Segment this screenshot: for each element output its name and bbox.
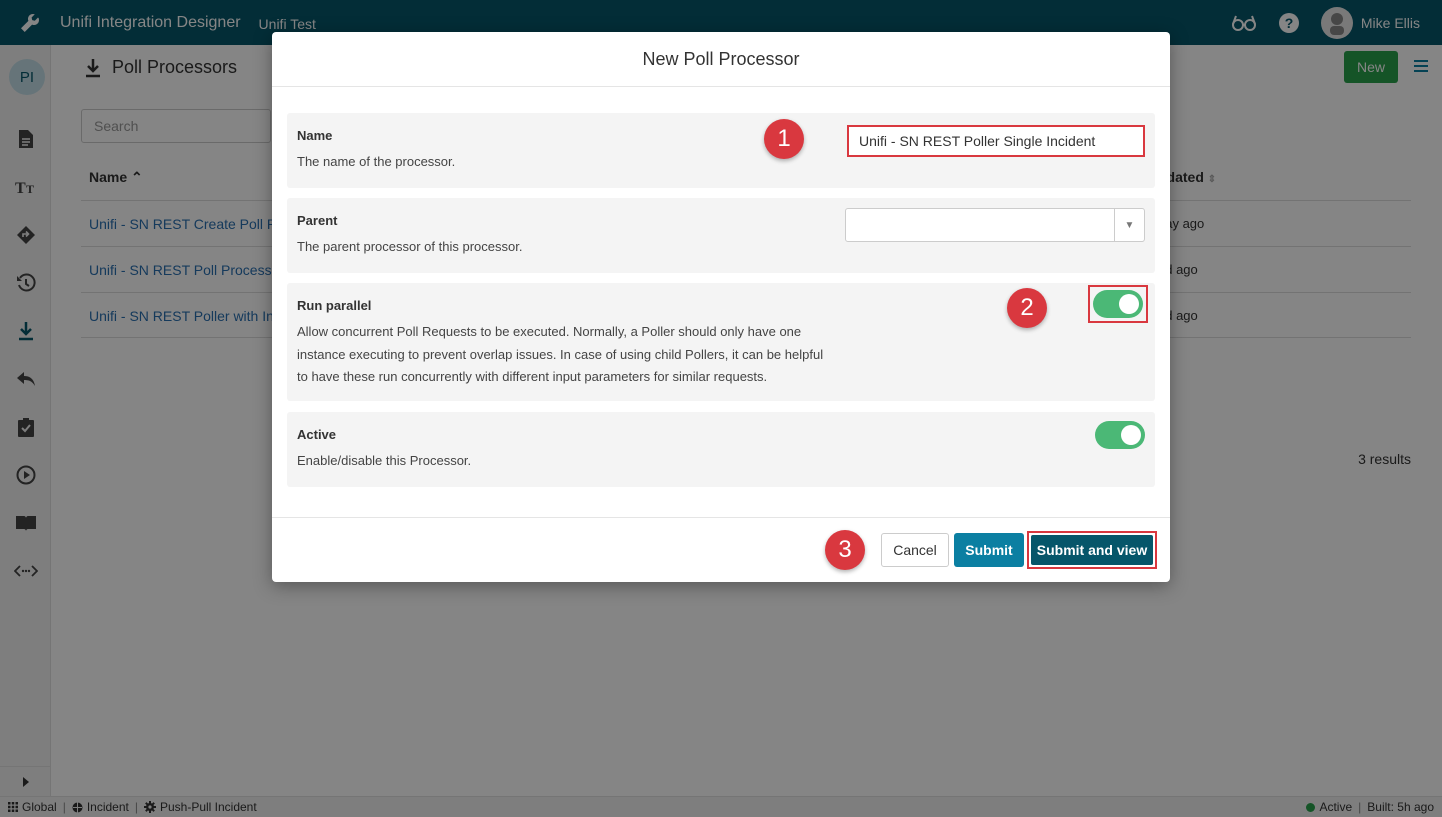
active-field-row: Active Enable/disable this Processor. <box>287 412 1155 487</box>
active-toggle[interactable] <box>1095 421 1145 449</box>
submit-button[interactable]: Submit <box>954 533 1024 567</box>
name-field-row: Name The name of the processor. Unifi - … <box>287 113 1155 188</box>
active-label: Active <box>297 427 337 442</box>
parent-label: Parent <box>297 213 338 228</box>
active-toggle-wrap <box>1092 418 1148 452</box>
new-poll-processor-dialog: New Poll Processor Name The name of the … <box>272 32 1170 582</box>
name-description: The name of the processor. <box>297 154 456 169</box>
name-input[interactable]: Unifi - SN REST Poller Single Incident <box>847 125 1145 157</box>
toggle-knob <box>1121 425 1141 445</box>
submit-and-view-highlight: Submit and view <box>1027 531 1157 569</box>
divider <box>272 86 1170 87</box>
parent-select[interactable]: ▼ <box>845 208 1145 242</box>
step-badge-2: 2 <box>1007 288 1047 328</box>
run-parallel-description: Allow concurrent Poll Requests to be exe… <box>297 324 824 384</box>
dialog-title: New Poll Processor <box>642 48 800 69</box>
submit-and-view-button[interactable]: Submit and view <box>1031 535 1153 565</box>
chevron-down-icon[interactable]: ▼ <box>1114 209 1144 241</box>
toggle-knob <box>1119 294 1139 314</box>
name-label: Name <box>297 128 333 143</box>
step-badge-3: 3 <box>825 530 865 570</box>
parent-field-row: Parent The parent processor of this proc… <box>287 198 1155 273</box>
cancel-button[interactable]: Cancel <box>881 533 949 567</box>
run-parallel-label: Run parallel <box>297 298 372 313</box>
divider <box>272 517 1170 518</box>
active-description: Enable/disable this Processor. <box>297 453 472 468</box>
run-parallel-highlight <box>1088 285 1148 323</box>
step-badge-1: 1 <box>764 119 804 159</box>
parent-description: The parent processor of this processor. <box>297 239 523 254</box>
run-parallel-toggle[interactable] <box>1093 290 1143 318</box>
